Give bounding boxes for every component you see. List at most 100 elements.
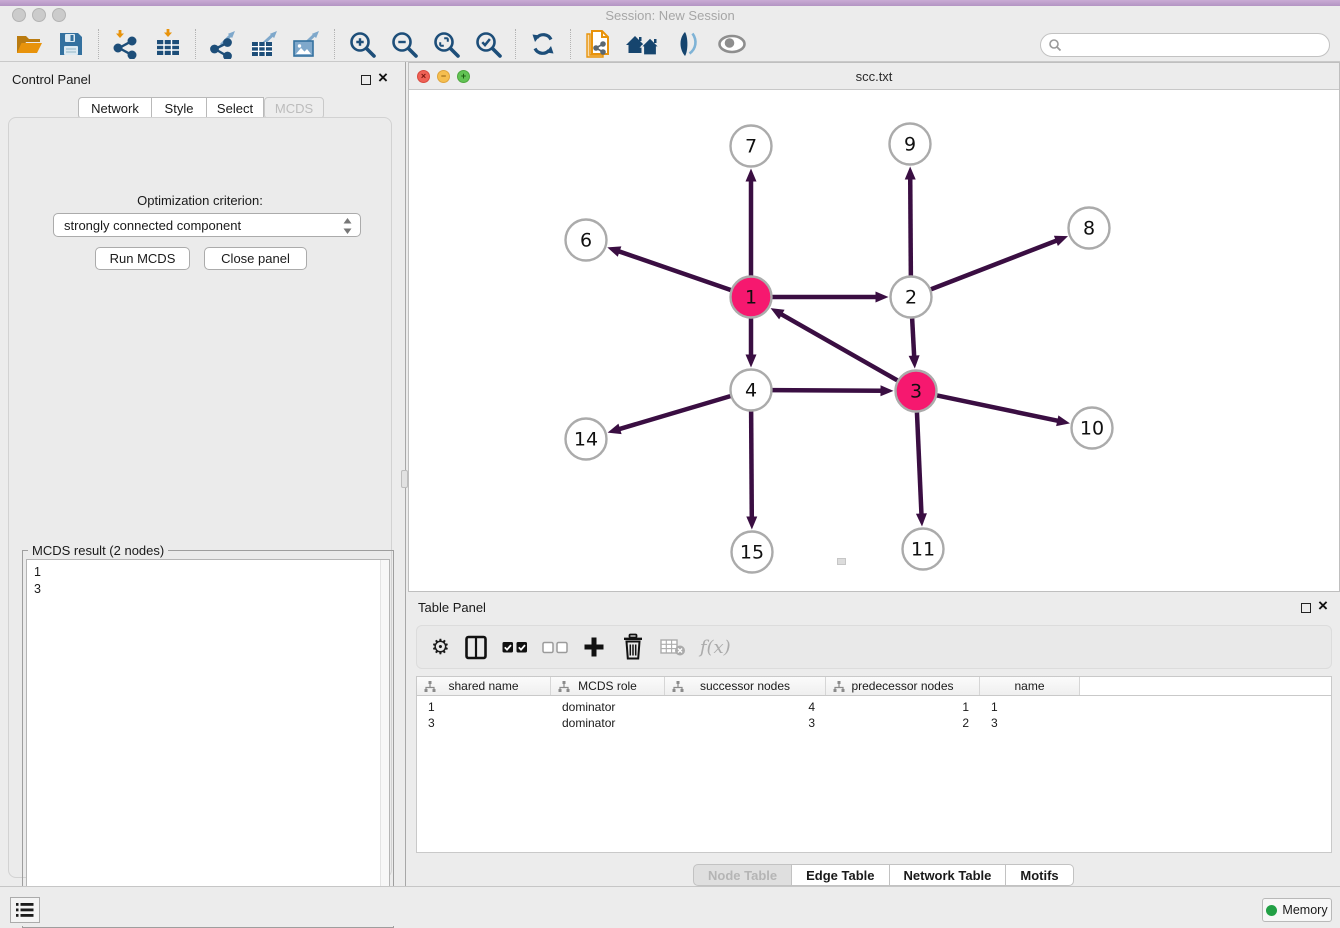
edge-arrowhead [1056, 415, 1070, 426]
edge-3-10[interactable] [937, 395, 1059, 421]
optimization-select[interactable]: strongly connected component [53, 213, 361, 237]
mcds-result-text[interactable]: 1 3 [26, 559, 390, 924]
panel-splitter[interactable] [400, 62, 408, 886]
memory-label: Memory [1282, 903, 1327, 917]
refresh-icon[interactable] [528, 29, 558, 59]
tab-select[interactable]: Select [207, 97, 264, 119]
open-session-icon[interactable] [14, 29, 44, 59]
column-type-icon [558, 681, 570, 692]
table-panel-title: Table Panel [418, 600, 486, 615]
export-table-icon[interactable] [250, 29, 280, 59]
list-icon [16, 902, 34, 918]
zoom-out-icon[interactable] [389, 29, 419, 59]
status-bar: Memory [0, 886, 1340, 926]
tab-style[interactable]: Style [152, 97, 207, 119]
show-panels-button[interactable] [10, 897, 40, 923]
mcds-result-line: 1 [34, 564, 389, 581]
titlebar: Session: New Session [0, 6, 1340, 27]
edge-arrowhead [746, 516, 757, 529]
export-network-icon[interactable] [208, 29, 238, 59]
edge-4-14[interactable] [618, 396, 730, 429]
search-input[interactable] [1062, 36, 1329, 54]
function-builder-icon: f(x) [700, 637, 731, 658]
table-row[interactable]: 3 dominator 3 2 3 [417, 715, 1331, 731]
control-panel: Control Panel × Network Style Select MCD… [0, 62, 400, 886]
deselect-all-columns-icon[interactable] [542, 641, 568, 654]
column-header-successor-nodes[interactable]: successor nodes [665, 677, 826, 695]
select-all-columns-icon[interactable] [502, 641, 528, 654]
edge-1-6[interactable] [618, 251, 731, 290]
mcds-result-scrollbar[interactable] [380, 560, 389, 923]
network-view-window: × − + scc.txt 7968124314101511 [408, 62, 1340, 592]
import-table-icon[interactable] [153, 29, 183, 59]
network-canvas[interactable]: 7968124314101511 [409, 90, 1339, 591]
canvas-resize-handle[interactable] [837, 558, 846, 565]
table-toolbar: ⚙ [416, 625, 1332, 669]
run-mcds-button[interactable]: Run MCDS [95, 247, 190, 270]
float-table-panel-icon[interactable] [1301, 603, 1311, 613]
toolbar-separator [570, 29, 571, 59]
toolbar-separator [334, 29, 335, 59]
mcds-panel: Optimization criterion: strongly connect… [8, 117, 392, 878]
edge-arrowhead [1054, 236, 1068, 246]
tab-network[interactable]: Network [78, 97, 152, 119]
add-column-icon[interactable] [582, 635, 606, 659]
show-columns-icon[interactable] [464, 635, 488, 660]
eye-icon[interactable] [715, 29, 749, 59]
mcds-result-line: 3 [34, 581, 389, 598]
edge-2-9[interactable] [910, 177, 911, 275]
home-icon[interactable] [625, 29, 661, 59]
node-label-15: 15 [740, 542, 764, 564]
tab-edge-table[interactable]: Edge Table [792, 864, 889, 886]
node-label-10: 10 [1080, 418, 1104, 440]
column-header-name[interactable]: name [980, 677, 1080, 695]
node-label-4: 4 [745, 380, 757, 402]
save-session-icon[interactable] [56, 29, 86, 59]
table-row[interactable]: 1 dominator 4 1 1 [417, 699, 1331, 715]
node-label-7: 7 [745, 136, 757, 158]
toolbar-separator [515, 29, 516, 59]
memory-button[interactable]: Memory [1262, 898, 1332, 922]
control-panel-title: Control Panel [12, 72, 91, 87]
edge-2-8[interactable] [931, 240, 1058, 289]
edge-4-15[interactable] [751, 411, 752, 518]
tab-node-table[interactable]: Node Table [693, 864, 792, 886]
table-settings-icon[interactable]: ⚙ [431, 635, 450, 659]
column-header-mcds-role[interactable]: MCDS role [551, 677, 665, 695]
column-header-shared-name[interactable]: shared name [417, 677, 551, 695]
node-label-6: 6 [580, 230, 592, 252]
edge-2-3[interactable] [912, 318, 914, 357]
splitter-handle[interactable] [401, 470, 408, 488]
close-table-panel-icon[interactable]: × [1318, 601, 1328, 611]
close-panel-button[interactable]: Close panel [204, 247, 307, 270]
edge-arrowhead [880, 385, 893, 396]
edge-3-11[interactable] [917, 412, 922, 515]
tab-motifs[interactable]: Motifs [1006, 864, 1073, 886]
edge-arrowhead [607, 246, 621, 256]
edge-3-1[interactable] [780, 314, 897, 381]
search-field[interactable] [1040, 33, 1330, 57]
network-from-file-icon[interactable] [583, 29, 613, 59]
column-header-predecessor-nodes[interactable]: predecessor nodes [826, 677, 980, 695]
export-image-icon[interactable] [292, 29, 322, 59]
memory-status-icon [1266, 905, 1277, 916]
zoom-selected-icon[interactable] [473, 29, 503, 59]
table-panel: Table Panel × ⚙ [408, 592, 1340, 886]
edge-arrowhead [916, 513, 927, 526]
window-title: Session: New Session [0, 8, 1340, 23]
delete-column-icon[interactable] [620, 633, 646, 661]
close-panel-icon[interactable]: × [378, 73, 388, 83]
style-icon[interactable] [673, 29, 703, 59]
float-panel-icon[interactable] [361, 75, 371, 85]
toolbar-separator [195, 29, 196, 59]
edge-4-3[interactable] [772, 390, 882, 391]
edge-arrowhead [746, 169, 757, 182]
import-network-icon[interactable] [111, 29, 141, 59]
select-stepper-icon [343, 218, 352, 234]
zoom-in-icon[interactable] [347, 29, 377, 59]
tab-network-table[interactable]: Network Table [890, 864, 1007, 886]
tab-mcds[interactable]: MCDS [264, 97, 324, 119]
table-header-row: shared name MCDS role successor nodes [417, 677, 1331, 696]
zoom-fit-icon[interactable] [431, 29, 461, 59]
network-window-titlebar: × − + scc.txt [409, 63, 1339, 90]
